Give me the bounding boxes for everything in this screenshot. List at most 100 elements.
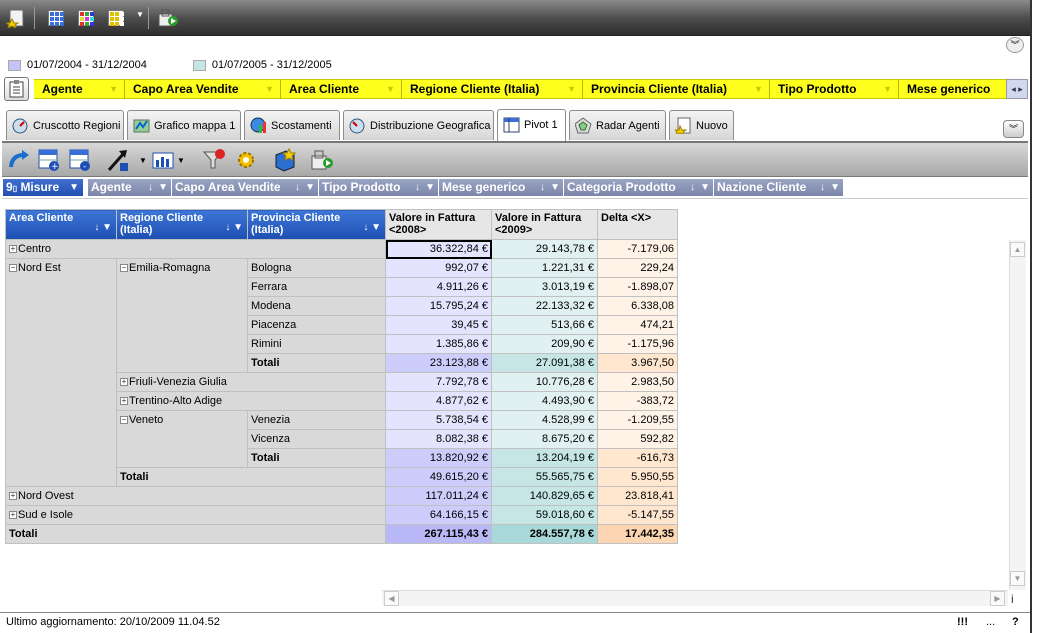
value-cell[interactable]: 4.528,99 € (491, 410, 598, 430)
value-cell[interactable]: 39,45 € (385, 315, 492, 335)
row-label-rimini[interactable]: Rimini (247, 334, 386, 354)
scroll-up-icon[interactable]: ▲ (1010, 242, 1025, 257)
value-cell[interactable]: 209,90 € (491, 334, 598, 354)
row-label-ferrara[interactable]: Ferrara (247, 277, 386, 297)
dim-capo-area[interactable]: Capo Area Vendite ▼ (125, 80, 281, 99)
collapse-icon[interactable]: − (9, 264, 17, 273)
remove-row-button[interactable]: - (68, 148, 92, 175)
dim-area-cliente[interactable]: Area Cliente ▼ (281, 80, 402, 99)
dimension-scroll-button[interactable]: ◂ ▸ (1006, 79, 1028, 99)
layout-color-button[interactable] (74, 6, 98, 30)
delta-cell[interactable]: 23.818,41 (597, 486, 678, 506)
export-pivot-button[interactable] (310, 149, 336, 174)
dropdown-arrow-icon[interactable]: ▼ (177, 156, 185, 165)
field-categoria-prodotto[interactable]: Categoria Prodotto ↓ ▼ (564, 179, 714, 196)
value-cell[interactable]: 8.082,38 € (385, 429, 492, 449)
layout-blue-button[interactable] (44, 6, 68, 30)
delta-cell[interactable]: 2.983,50 (597, 372, 678, 392)
dimension-list-button[interactable] (4, 77, 29, 101)
header-provincia-cliente[interactable]: Provincia Cliente (Italia) ↓ ▼ (247, 209, 386, 240)
tab-scostamenti[interactable]: Scostamenti (244, 110, 340, 140)
dim-provincia[interactable]: Provincia Cliente (Italia) ▼ (583, 80, 770, 99)
delta-cell[interactable]: -383,72 (597, 391, 678, 411)
value-cell[interactable]: 3.013,19 € (491, 277, 598, 297)
tab-pivot-1[interactable]: Pivot 1 (497, 109, 566, 141)
field-capo-area-vendite[interactable]: Capo Area Vendite ↓ ▼ (172, 179, 319, 196)
row-label-vicenza[interactable]: Vicenza (247, 429, 386, 449)
refresh-button[interactable] (8, 149, 30, 174)
scroll-left-icon[interactable]: ◀ (384, 591, 399, 606)
expand-icon[interactable]: + (9, 511, 17, 520)
value-cell[interactable]: 284.557,78 € (491, 524, 598, 544)
save-view-button[interactable] (272, 147, 298, 176)
value-cell[interactable]: 13.204,19 € (491, 448, 598, 468)
delta-cell[interactable]: 17.442,35 (597, 524, 678, 544)
help-button[interactable]: ? (1012, 613, 1019, 632)
scroll-right-icon[interactable]: ▶ (990, 591, 1005, 606)
value-cell[interactable]: 992,07 € (385, 258, 492, 278)
value-cell[interactable]: 1.385,86 € (385, 334, 492, 354)
value-cell[interactable]: 140.829,65 € (491, 486, 598, 506)
field-nazione-cliente[interactable]: Nazione Cliente ↓ ▼ (714, 179, 844, 196)
value-cell[interactable]: 13.820,92 € (385, 448, 492, 468)
row-label-emilia[interactable]: − Emilia-Romagna (116, 258, 248, 373)
value-cell[interactable]: 49.615,20 € (385, 467, 492, 487)
value-cell[interactable]: 27.091,38 € (491, 353, 598, 373)
scroll-down-icon[interactable]: ▼ (1010, 571, 1025, 586)
more-button[interactable]: ... (986, 613, 995, 632)
value-cell[interactable]: 29.143,78 € (491, 239, 598, 259)
header-valore-2009[interactable]: Valore in Fattura <2009> (491, 209, 598, 240)
row-label-nord-ovest[interactable]: + Nord Ovest (5, 486, 386, 506)
delta-cell[interactable]: 229,24 (597, 258, 678, 278)
value-cell[interactable]: 4.911,26 € (385, 277, 492, 297)
horizontal-scrollbar[interactable]: ◀ ▶ (382, 590, 1008, 606)
delta-cell[interactable]: 5.950,55 (597, 467, 678, 487)
delta-cell[interactable]: -1.898,07 (597, 277, 678, 297)
info-indicator[interactable]: i (1011, 592, 1014, 606)
dim-mese-generico[interactable]: Mese generico (899, 80, 1006, 99)
export-button[interactable] (156, 6, 180, 30)
field-mese-generico[interactable]: Mese generico ↓ ▼ (439, 179, 564, 196)
value-cell[interactable]: 8.675,20 € (491, 429, 598, 449)
value-cell[interactable]: 36.322,84 € (385, 239, 492, 259)
delta-cell[interactable]: 592,82 (597, 429, 678, 449)
filter-button[interactable] (202, 148, 228, 175)
expand-icon[interactable]: + (9, 245, 17, 254)
row-label-bologna[interactable]: Bologna (247, 258, 386, 278)
dim-agente[interactable]: Agente ▼ (34, 80, 125, 99)
delta-cell[interactable]: 3.967,50 (597, 353, 678, 373)
dim-regione[interactable]: Regione Cliente (Italia) ▼ (402, 80, 583, 99)
settings-button[interactable] (234, 148, 258, 175)
row-label-venezia[interactable]: Venezia (247, 410, 386, 430)
delta-cell[interactable]: -5.147,55 (597, 505, 678, 525)
value-cell[interactable]: 15.795,24 € (385, 296, 492, 316)
expand-icon[interactable]: + (120, 378, 128, 387)
delta-cell[interactable]: -7.179,06 (597, 239, 678, 259)
collapse-icon[interactable]: − (120, 416, 128, 425)
dropdown-arrow-icon[interactable]: ▼ (136, 10, 144, 19)
row-label-centro[interactable]: + Centro (5, 239, 386, 259)
value-cell[interactable]: 267.115,43 € (385, 524, 492, 544)
field-tipo-prodotto[interactable]: Tipo Prodotto ↓ ▼ (319, 179, 439, 196)
field-agente[interactable]: Agente ↓ ▼ (88, 179, 172, 196)
header-valore-2008[interactable]: Valore in Fattura <2008> (385, 209, 492, 240)
tab-distribuzione-geografica[interactable]: Distribuzione Geografica (343, 110, 494, 140)
row-label-modena[interactable]: Modena (247, 296, 386, 316)
delta-cell[interactable]: 474,21 (597, 315, 678, 335)
value-cell[interactable]: 513,66 € (491, 315, 598, 335)
header-regione-cliente[interactable]: Regione Cliente (Italia) ↓ ▼ (116, 209, 248, 240)
drill-button[interactable] (106, 149, 132, 176)
tab-nuovo[interactable]: Nuovo (669, 110, 734, 140)
value-cell[interactable]: 117.011,24 € (385, 486, 492, 506)
value-cell[interactable]: 4.493,90 € (491, 391, 598, 411)
value-cell[interactable]: 1.221,31 € (491, 258, 598, 278)
row-label-veneto[interactable]: − Veneto (116, 410, 248, 468)
expand-icon[interactable]: + (9, 492, 17, 501)
dim-tipo-prodotto[interactable]: Tipo Prodotto ▼ (770, 80, 899, 99)
value-cell[interactable]: 59.018,60 € (491, 505, 598, 525)
value-cell[interactable]: 7.792,78 € (385, 372, 492, 392)
value-cell[interactable]: 10.776,28 € (491, 372, 598, 392)
tab-cruscotto-regioni[interactable]: Cruscotto Regioni (6, 110, 124, 140)
chart-type-button[interactable] (152, 150, 174, 173)
new-favorite-button[interactable] (4, 6, 28, 30)
